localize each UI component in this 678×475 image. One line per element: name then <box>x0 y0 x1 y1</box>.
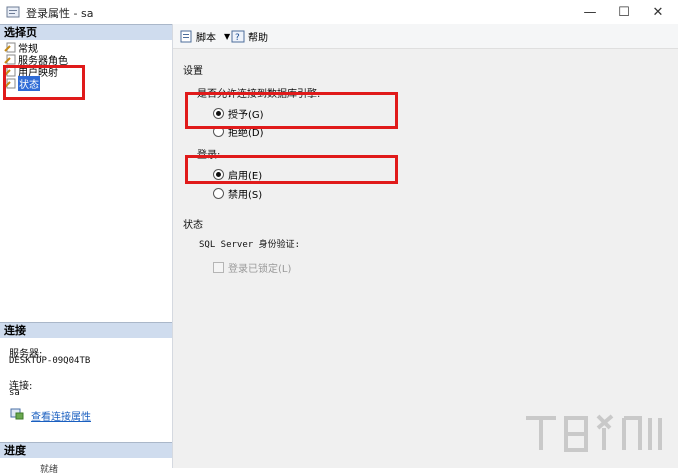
page-wrench-icon <box>4 42 16 53</box>
watermark-logo <box>526 414 662 452</box>
locked-out-label: 登录已锁定(L) <box>228 264 292 275</box>
close-button[interactable]: ✕ <box>642 0 674 24</box>
disabled-label: 禁用(S) <box>228 190 263 201</box>
svg-text:?: ? <box>235 33 240 43</box>
connection-header: 连接 <box>0 322 172 338</box>
progress-status: 就绪 <box>40 465 59 475</box>
script-label: 脚本 <box>196 32 216 44</box>
page-wrench-icon <box>4 54 16 65</box>
script-button[interactable]: 脚本 ▼ <box>179 29 230 44</box>
help-button[interactable]: ? 帮助 <box>231 29 268 44</box>
progress-header: 进度 <box>0 442 172 458</box>
select-page-header: 选择页 <box>0 24 172 40</box>
connection-value: sa <box>9 388 20 398</box>
maximize-button[interactable]: ☐ <box>608 0 640 24</box>
login-properties-icon <box>6 6 20 18</box>
locked-out-checkbox[interactable]: 登录已锁定(L) <box>213 260 291 275</box>
disabled-radio[interactable]: 禁用(S) <box>213 186 262 201</box>
dropdown-arrow-icon[interactable]: ▼ <box>224 32 230 41</box>
settings-section-title: 设置 <box>183 66 203 77</box>
title-bar: 登录属性 - sa — ☐ ✕ <box>0 0 678 24</box>
script-icon <box>180 30 192 42</box>
help-label: 帮助 <box>248 32 268 44</box>
radio-unchecked-icon <box>213 188 224 199</box>
highlight-box-enabled <box>185 155 398 184</box>
highlight-box-status-page <box>3 65 85 100</box>
minimize-button[interactable]: — <box>574 0 606 24</box>
server-value: DESKTOP-09Q04TB <box>9 356 91 366</box>
window-title: 登录属性 - sa <box>26 7 94 20</box>
help-icon: ? <box>231 30 245 43</box>
checkbox-icon <box>213 262 224 273</box>
view-connection-properties-link[interactable]: 查看连接属性 <box>31 408 91 423</box>
right-pane: 脚本 ▼ ? 帮助 设置 是否允许连接到数据库引擎: 授予(G) 拒绝(D) 登… <box>173 24 678 468</box>
toolbar: 脚本 ▼ ? 帮助 <box>173 24 678 49</box>
sql-auth-label: SQL Server 身份验证: <box>199 240 301 250</box>
connection-properties-icon <box>10 408 24 420</box>
highlight-box-grant <box>185 92 398 129</box>
status-section-title: 状态 <box>183 220 203 231</box>
